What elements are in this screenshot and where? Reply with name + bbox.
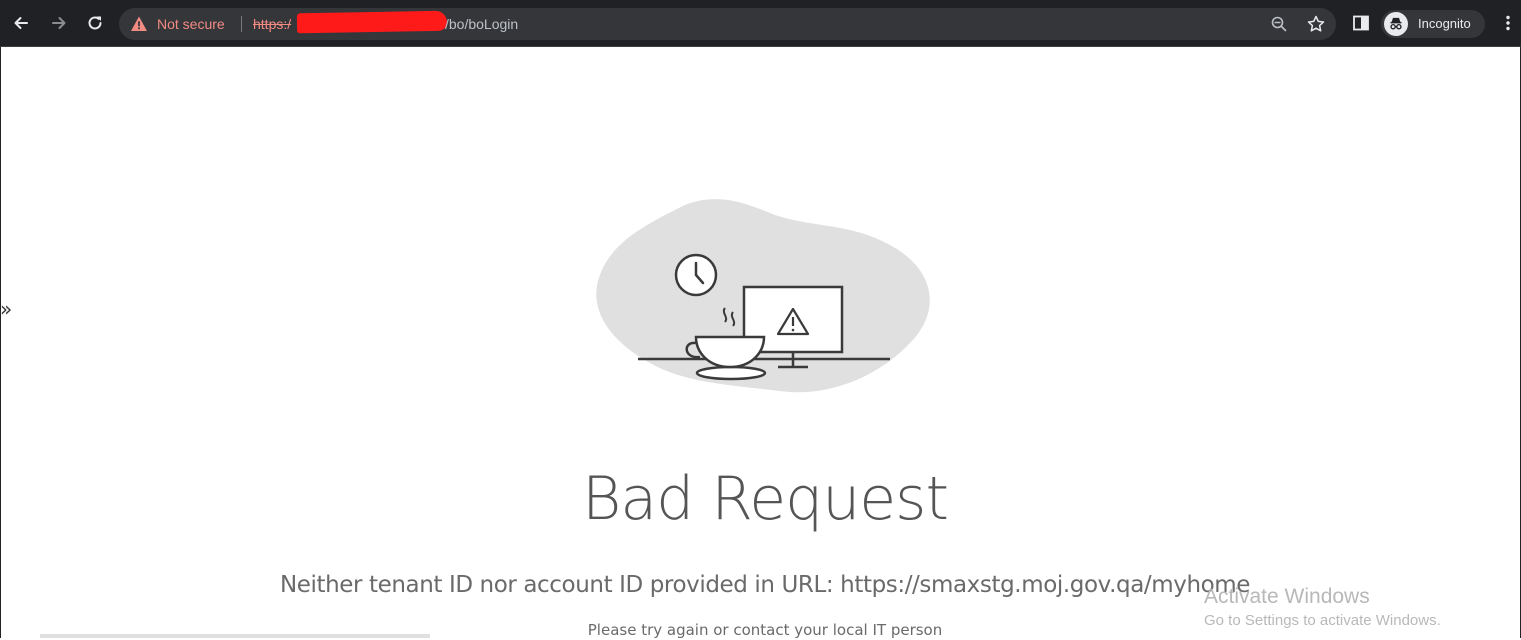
url-path[interactable]: /bo/boLogin [445, 15, 518, 33]
reload-icon[interactable] [83, 11, 107, 35]
url-redaction-mark [296, 10, 448, 34]
omnibox-divider [241, 16, 242, 32]
address-bar[interactable]: Not secure https:/ /bo/boLogin [119, 8, 1336, 40]
window-left-border [0, 47, 1, 638]
coffee-cup-icon [685, 335, 767, 381]
clock-icon [674, 253, 718, 297]
url-scheme[interactable]: https:/ [253, 15, 291, 33]
bottom-scroll-indicator [40, 634, 430, 638]
side-panel-icon[interactable] [1349, 11, 1373, 35]
incognito-icon [1384, 12, 1408, 36]
activation-watermark-title: Activate Windows [1204, 585, 1370, 608]
star-icon[interactable] [1306, 14, 1326, 34]
error-title: Bad Request [582, 464, 949, 534]
incognito-profile-button[interactable]: Incognito [1381, 10, 1485, 38]
arrow-left-icon[interactable] [9, 11, 33, 35]
activation-watermark-subtitle: Go to Settings to activate Windows. [1204, 612, 1441, 629]
incognito-label: Incognito [1418, 16, 1471, 31]
warning-triangle-icon[interactable] [130, 15, 148, 33]
expand-panel-icon[interactable]: » [0, 297, 12, 321]
kebab-menu-icon[interactable] [1496, 11, 1520, 35]
arrow-right-icon[interactable] [47, 11, 71, 35]
browser-toolbar: Not secure https:/ /bo/boLogin Incognito [0, 0, 1521, 47]
error-illustration [596, 199, 930, 393]
security-status-label[interactable]: Not secure [157, 15, 225, 33]
zoom-out-icon[interactable] [1269, 14, 1289, 34]
